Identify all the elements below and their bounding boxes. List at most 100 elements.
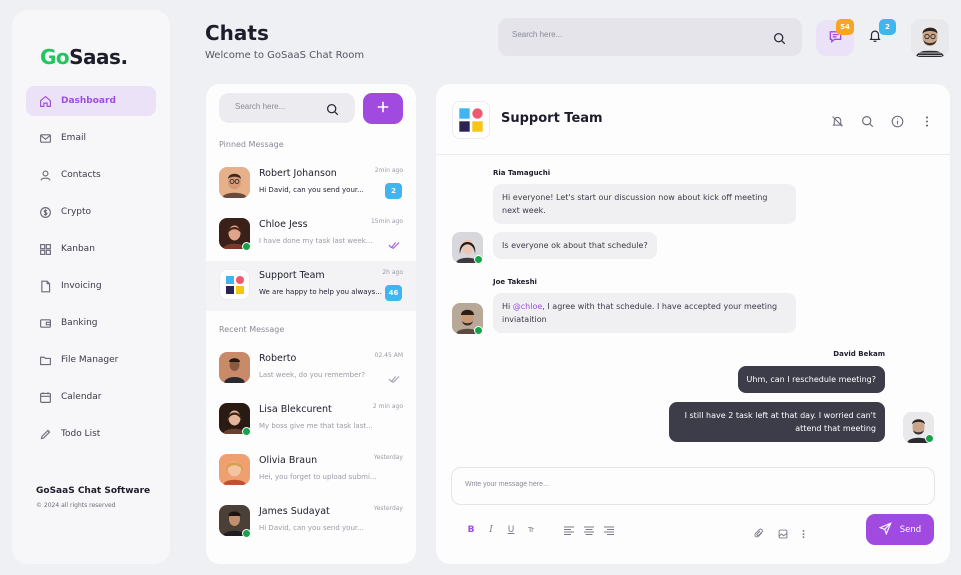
sidebar-item-file-manager[interactable]: File Manager: [26, 345, 156, 375]
page-title: Chats: [205, 21, 269, 45]
sidebar-item-label: Invoicing: [61, 281, 102, 291]
search-icon[interactable]: [326, 101, 339, 120]
sidebar-item-banking[interactable]: Banking: [26, 308, 156, 338]
user-avatar[interactable]: [911, 19, 949, 57]
align-right-icon[interactable]: [604, 524, 614, 536]
sidebar-item-kanban[interactable]: Kanban: [26, 234, 156, 264]
formatting-toolbar: B I U Tr: [466, 524, 614, 536]
home-icon: [38, 94, 52, 108]
conversation-item[interactable]: Lisa Blekcurent My boss give me that tas…: [206, 395, 416, 445]
brand-logo[interactable]: GoSaas.: [40, 45, 128, 69]
sidebar-item-todo-list[interactable]: Todo List: [26, 419, 156, 449]
message-sender-name: David Bekam: [833, 350, 885, 358]
more-options-icon[interactable]: [802, 524, 805, 543]
sidebar-item-dashboard[interactable]: Dashboard: [26, 86, 156, 116]
avatar: [219, 352, 250, 383]
sidebar-item-label: Todo List: [61, 429, 101, 439]
coin-icon: [38, 205, 52, 219]
search-icon[interactable]: [860, 114, 874, 128]
conversation-item[interactable]: Support Team We are happy to help you al…: [206, 261, 416, 311]
chat-list-search: [219, 93, 355, 123]
attachment-toolbar: [754, 524, 805, 543]
conversation-item[interactable]: Robert Johanson Hi David, can you send y…: [206, 159, 416, 209]
sidebar-item-label: Kanban: [61, 244, 95, 254]
send-button[interactable]: Send: [866, 514, 934, 545]
logo-saas-text: Saas.: [69, 45, 128, 69]
paperclip-icon[interactable]: [754, 524, 764, 543]
conversation-preview: Hei, you forget to upload submi...: [259, 473, 377, 481]
conversation-name: Chloe Jess: [259, 219, 308, 230]
folder-icon: [38, 353, 52, 367]
online-status-dot: [242, 427, 251, 436]
double-check-icon: [388, 369, 400, 388]
user-mention[interactable]: @chloe: [513, 302, 543, 311]
sidebar-item-label: Contacts: [61, 170, 101, 180]
message-bubble: Hi everyone! Let's start our discussion …: [493, 184, 796, 224]
plus-icon: [376, 99, 390, 118]
conversation-preview: We are happy to help you always...: [259, 288, 382, 296]
new-chat-button[interactable]: [363, 93, 403, 124]
calendar-icon: [38, 390, 52, 404]
sidebar-item-crypto[interactable]: Crypto: [26, 197, 156, 227]
sidebar-footer: GoSaaS Chat Software © 2024 all rights r…: [36, 486, 150, 509]
conversation-preview: My boss give me that task last...: [259, 422, 373, 430]
recent-section-label: Recent Message: [219, 325, 285, 334]
online-status-dot: [242, 529, 251, 538]
message-input[interactable]: [465, 481, 905, 488]
conversation-item[interactable]: Chloe Jess I have done my task last week…: [206, 210, 416, 260]
message-composer: [451, 467, 935, 505]
sidebar-item-calendar[interactable]: Calendar: [26, 382, 156, 412]
support-team-logo-icon: [219, 269, 250, 300]
message-sender-name: Ria Tamaguchi: [493, 169, 551, 177]
bold-icon[interactable]: B: [466, 524, 476, 536]
conversation-preview: I have done my task last week...: [259, 237, 373, 245]
sidebar-item-label: Dashboard: [61, 96, 116, 106]
chat-header-actions: [830, 114, 934, 128]
logo-go-text: Go: [40, 45, 70, 69]
conversation-item[interactable]: James Sudayat Hi David, can you send you…: [206, 497, 416, 547]
conversation-time: 15min ago: [370, 218, 403, 225]
search-icon[interactable]: [773, 30, 786, 49]
footer-title: GoSaaS Chat Software: [36, 486, 151, 496]
pencil-icon: [38, 427, 52, 441]
conversation-time: 2 min ago: [372, 403, 403, 410]
image-icon[interactable]: [778, 524, 788, 543]
avatar: [219, 454, 250, 485]
online-status-dot: [474, 326, 483, 335]
sidebar-item-label: File Manager: [61, 355, 119, 365]
message-text: , I agree with that schedule. I have acc…: [502, 302, 778, 324]
support-team-logo-icon: [452, 101, 490, 139]
text-size-icon[interactable]: Tr: [526, 524, 536, 536]
conversation-time: 02.45 AM: [374, 352, 403, 359]
underline-icon[interactable]: U: [506, 524, 516, 536]
send-button-label: Send: [899, 524, 922, 535]
sidebar-item-email[interactable]: Email: [26, 123, 156, 153]
top-search-input[interactable]: [512, 30, 752, 39]
conversation-name: Lisa Blekcurent: [259, 404, 332, 415]
more-options-icon[interactable]: [920, 114, 934, 128]
align-left-icon[interactable]: [564, 524, 574, 536]
document-icon: [38, 279, 52, 293]
conversation-time: Yesterday: [373, 505, 403, 512]
mute-notifications-icon[interactable]: [830, 114, 844, 128]
sidebar-item-label: Banking: [61, 318, 98, 328]
sidebar-nav: Dashboard Email Contacts Crypto Kanban I…: [26, 86, 156, 456]
italic-icon[interactable]: I: [486, 524, 496, 536]
conversation-preview: Hi David, can you send your...: [259, 186, 364, 194]
sidebar-item-contacts[interactable]: Contacts: [26, 160, 156, 190]
align-center-icon[interactable]: [584, 524, 594, 536]
conversation-time: Yesterday: [373, 454, 403, 461]
mail-icon: [38, 131, 52, 145]
conversation-name: Roberto: [259, 353, 297, 364]
message-bubble: Uhm, can I reschedule meeting?: [737, 366, 885, 393]
info-icon[interactable]: [890, 114, 904, 128]
sidebar-item-invoicing[interactable]: Invoicing: [26, 271, 156, 301]
chat-list-search-input[interactable]: [235, 102, 325, 111]
sidebar-item-label: Calendar: [61, 392, 102, 402]
conversation-item[interactable]: Roberto Last week, do you remember? 02.4…: [206, 344, 416, 394]
message-bubble: I still have 2 task left at that day. I …: [669, 402, 885, 442]
conversation-name: Support Team: [259, 270, 325, 281]
sidebar-item-label: Email: [61, 133, 86, 143]
footer-copyright: © 2024 all rights reserved: [36, 502, 116, 509]
conversation-item[interactable]: Olivia Braun Hei, you forget to upload s…: [206, 446, 416, 496]
